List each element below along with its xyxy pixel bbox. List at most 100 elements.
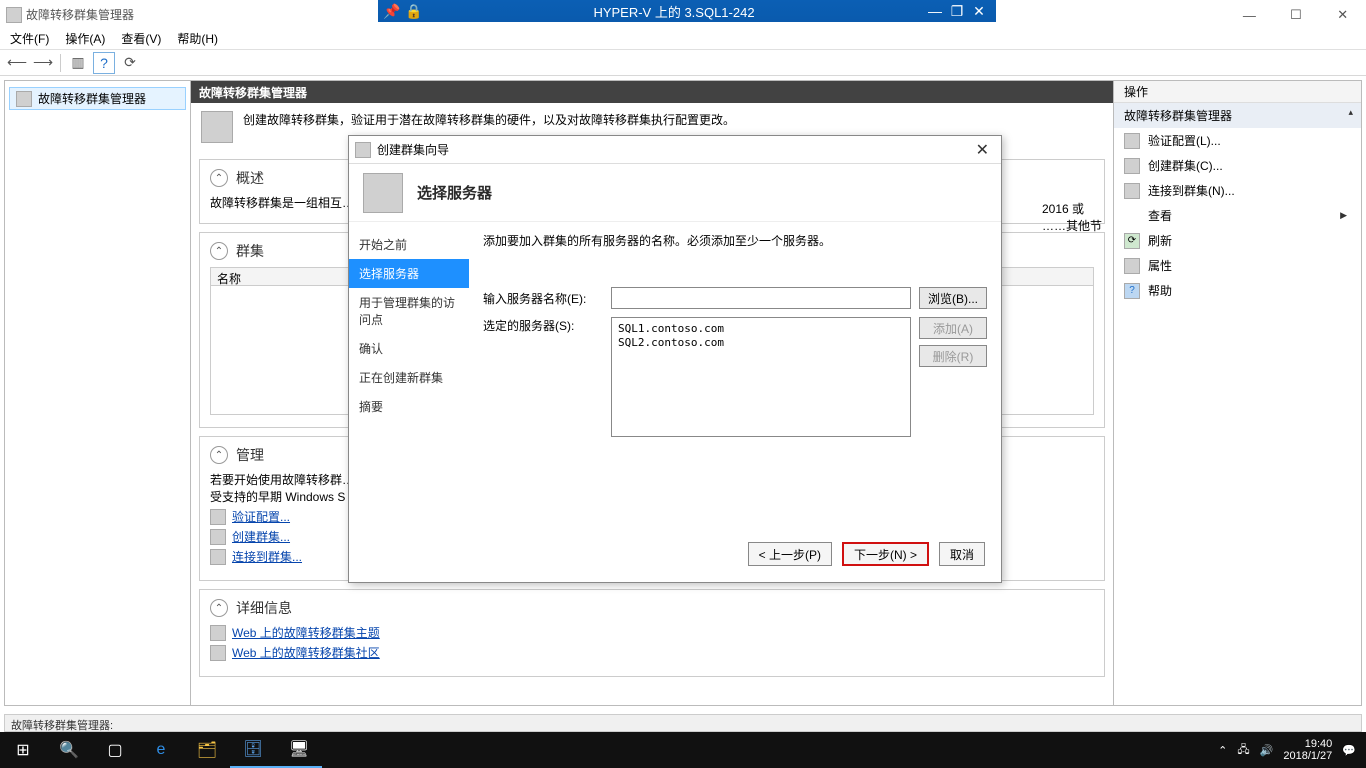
next-button[interactable]: 下一步(N) >	[842, 542, 929, 566]
action-create[interactable]: 创建群集(C)...	[1114, 153, 1361, 178]
web-icon	[210, 645, 226, 661]
action-properties[interactable]: 属性	[1114, 253, 1361, 278]
menu-help[interactable]: 帮助(H)	[177, 30, 218, 47]
nav-tree: 故障转移群集管理器	[5, 81, 191, 705]
create-icon	[210, 529, 226, 545]
step-access-point[interactable]: 用于管理群集的访问点	[349, 288, 469, 334]
panel-details: ⌃详细信息 Web 上的故障转移群集主题 Web 上的故障转移群集社区	[199, 589, 1105, 677]
refresh-icon: ⟳	[1124, 233, 1140, 249]
tray-up-icon[interactable]: ⌃	[1218, 744, 1227, 757]
create-cluster-wizard: 创建群集向导 ✕ 选择服务器 开始之前 选择服务器 用于管理群集的访问点 确认 …	[348, 135, 1002, 583]
wizard-steps: 开始之前 选择服务器 用于管理群集的访问点 确认 正在创建新群集 摘要	[349, 222, 469, 532]
center-header: 故障转移群集管理器	[191, 81, 1113, 103]
cluster-manager-taskbar-icon[interactable]: 🖥	[276, 732, 322, 768]
label-server-name: 输入服务器名称(E):	[483, 290, 603, 307]
create-icon	[1124, 158, 1140, 174]
action-connect[interactable]: 连接到群集(N)...	[1114, 178, 1361, 203]
help-icon: ?	[1124, 283, 1140, 299]
menu-file[interactable]: 文件(F)	[10, 30, 49, 47]
wizard-icon	[355, 142, 371, 158]
menu-view[interactable]: 查看(V)	[121, 30, 161, 47]
wizard-header-icon	[363, 173, 403, 213]
selected-servers-list[interactable]: SQL1.contoso.com SQL2.contoso.com	[611, 317, 911, 437]
link-web-community[interactable]: Web 上的故障转移群集社区	[210, 644, 1094, 661]
app-title: 故障转移群集管理器	[6, 6, 134, 23]
remove-button[interactable]: 删除(R)	[919, 345, 987, 367]
prev-button[interactable]: < 上一步(P)	[748, 542, 832, 566]
web-icon	[210, 625, 226, 641]
window-close[interactable]: ✕	[1319, 0, 1366, 30]
collapse-icon[interactable]: ⌃	[210, 242, 228, 260]
tray-notifications-icon[interactable]: 💬	[1342, 744, 1356, 757]
collapse-icon[interactable]: ⌃	[210, 169, 228, 187]
toolbar-help[interactable]: ?	[93, 52, 115, 74]
hyperv-minimize-icon[interactable]: —	[926, 3, 944, 20]
hyperv-title: HYPER-V 上的 3.SQL1-242	[422, 2, 926, 21]
browse-button[interactable]: 浏览(B)...	[919, 287, 987, 309]
tray-volume-icon[interactable]: 🔊	[1260, 744, 1274, 757]
add-button[interactable]: 添加(A)	[919, 317, 987, 339]
server-name-input[interactable]	[611, 287, 911, 309]
step-summary[interactable]: 摘要	[349, 392, 469, 421]
menu-action[interactable]: 操作(A)	[65, 30, 105, 47]
connect-icon	[1124, 183, 1140, 199]
search-button[interactable]: 🔍	[46, 732, 92, 768]
action-validate[interactable]: 验证配置(L)...	[1114, 128, 1361, 153]
actions-header: 操作	[1114, 81, 1361, 103]
hyperv-close-icon[interactable]: ✕	[970, 3, 988, 20]
lock-icon[interactable]: 🔒	[406, 3, 422, 19]
step-creating[interactable]: 正在创建新群集	[349, 363, 469, 392]
toolbar-back[interactable]: ⟵	[6, 52, 28, 74]
properties-icon	[1124, 258, 1140, 274]
tray-date[interactable]: 2018/1/27	[1283, 750, 1332, 762]
explorer-taskbar-icon[interactable]: 🗂	[184, 732, 230, 768]
hyperv-restore-icon[interactable]: ❐	[948, 3, 966, 20]
pin-icon[interactable]: 📌	[384, 3, 400, 19]
partially-visible-text: 2016 或 ……其他节	[1042, 200, 1102, 234]
action-refresh[interactable]: ⟳刷新	[1114, 228, 1361, 253]
system-tray: ⌃ 🖧 🔊 19:40 2018/1/27 💬	[1218, 738, 1366, 762]
toolbar-panes[interactable]: ▥	[67, 52, 89, 74]
start-button[interactable]: ⊞	[0, 732, 46, 768]
taskview-button[interactable]: ▢	[92, 732, 138, 768]
window-controls: — ☐ ✕	[1226, 0, 1366, 30]
taskbar: ⊞ 🔍 ▢ e 🗂 🗄 🖥 ⌃ 🖧 🔊 19:40 2018/1/27 💬	[0, 732, 1366, 768]
connect-icon	[210, 549, 226, 565]
label-selected-servers: 选定的服务器(S):	[483, 317, 603, 334]
wizard-main: 添加要加入群集的所有服务器的名称。必须添加至少一个服务器。 输入服务器名称(E)…	[469, 222, 1001, 532]
toolbar-forward[interactable]: ⟶	[32, 52, 54, 74]
link-web-topics[interactable]: Web 上的故障转移群集主题	[210, 624, 1094, 641]
step-before[interactable]: 开始之前	[349, 230, 469, 259]
toolbar: ⟵ ⟶ ▥ ? ⟳	[0, 50, 1366, 76]
wizard-instruction: 添加要加入群集的所有服务器的名称。必须添加至少一个服务器。	[483, 232, 987, 249]
dialog-title: 创建群集向导	[377, 141, 449, 158]
cluster-intro-icon	[201, 111, 233, 143]
app-icon	[6, 7, 22, 23]
validate-icon	[210, 509, 226, 525]
step-confirm[interactable]: 确认	[349, 334, 469, 363]
server-manager-taskbar-icon[interactable]: 🗄	[230, 732, 276, 768]
action-view[interactable]: 查看▶	[1114, 203, 1361, 228]
toolbar-refresh[interactable]: ⟳	[119, 52, 141, 74]
step-select-servers[interactable]: 选择服务器	[349, 259, 469, 288]
hyperv-connection-bar: 📌 🔒 HYPER-V 上的 3.SQL1-242 — ❐ ✕	[378, 0, 996, 22]
status-bar: 故障转移群集管理器:	[4, 714, 1362, 732]
actions-section: 故障转移群集管理器	[1114, 103, 1361, 128]
tray-time[interactable]: 19:40	[1283, 738, 1332, 750]
nav-root[interactable]: 故障转移群集管理器	[9, 87, 186, 110]
actions-pane: 操作 故障转移群集管理器 验证配置(L)... 创建群集(C)... 连接到群集…	[1113, 81, 1361, 705]
dialog-header: 选择服务器	[349, 164, 1001, 222]
collapse-icon[interactable]: ⌃	[210, 599, 228, 617]
chevron-right-icon: ▶	[1340, 210, 1347, 221]
window-maximize[interactable]: ☐	[1273, 0, 1320, 30]
action-help[interactable]: ?帮助	[1114, 278, 1361, 303]
window-minimize[interactable]: —	[1226, 0, 1273, 30]
wizard-footer: < 上一步(P) 下一步(N) > 取消	[349, 532, 1001, 576]
cancel-button[interactable]: 取消	[939, 542, 985, 566]
ie-taskbar-icon[interactable]: e	[138, 732, 184, 768]
validate-icon	[1124, 133, 1140, 149]
dialog-close-button[interactable]: ✕	[970, 140, 995, 160]
dialog-titlebar: 创建群集向导 ✕	[349, 136, 1001, 164]
tray-network-icon[interactable]: 🖧	[1237, 741, 1249, 760]
collapse-icon[interactable]: ⌃	[210, 446, 228, 464]
